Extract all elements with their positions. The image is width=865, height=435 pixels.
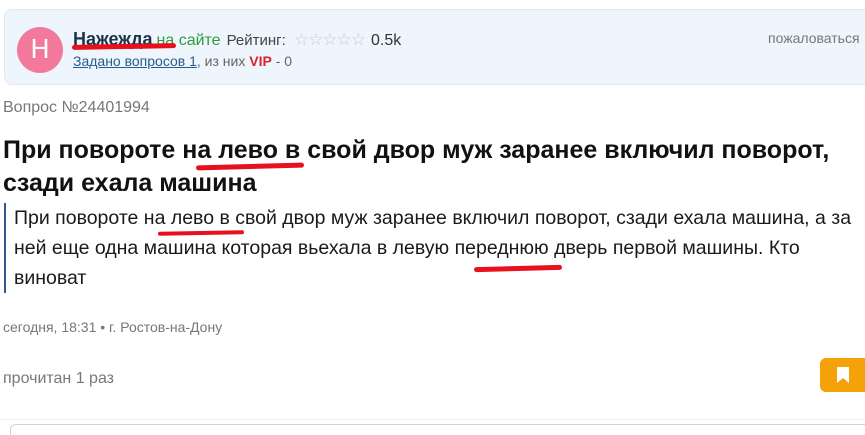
body-highlight-entered: вьехала bbox=[297, 237, 372, 259]
body-highlight-left: на лево bbox=[143, 207, 215, 229]
read-count: прочитан 1 раз bbox=[3, 370, 115, 387]
bookmark-icon bbox=[837, 367, 849, 383]
divider bbox=[0, 419, 865, 420]
rating-label: Рейтинг: bbox=[226, 32, 286, 49]
questions-asked-link[interactable]: Задано вопросов 1 bbox=[73, 53, 197, 69]
answer-input[interactable] bbox=[10, 424, 865, 435]
question-meta: сегодня, 18:31 • г. Ростов-на-Дону bbox=[3, 319, 223, 335]
bookmark-button[interactable] bbox=[820, 358, 865, 392]
avatar[interactable]: Н bbox=[17, 27, 63, 73]
complain-link[interactable]: пожаловаться bbox=[768, 30, 860, 46]
title-text-start: При повороте bbox=[3, 136, 183, 164]
question-body: При повороте на лево в свой двор муж зар… bbox=[4, 203, 854, 293]
rating-value: 0.5k bbox=[371, 32, 402, 49]
body-text-start: При повороте bbox=[14, 207, 144, 229]
author-stats-line: Задано вопросов 1, из них VIP - 0 bbox=[73, 53, 292, 69]
question-number: Вопрос №24401994 bbox=[3, 99, 150, 116]
question-page: Н Нажежда на сайте Рейтинг: ☆☆☆☆☆ 0.5k Задан… bbox=[0, 0, 865, 435]
vip-count: - 0 bbox=[275, 53, 293, 69]
question-title: При повороте на лево в свой двор муж зар… bbox=[3, 134, 833, 200]
title-highlight: на лево bbox=[182, 136, 278, 164]
vip-label: VIP bbox=[249, 53, 272, 69]
questions-asked-suffix: , из них bbox=[196, 53, 246, 69]
rating-stars-icon: ☆☆☆☆☆ bbox=[293, 30, 366, 50]
